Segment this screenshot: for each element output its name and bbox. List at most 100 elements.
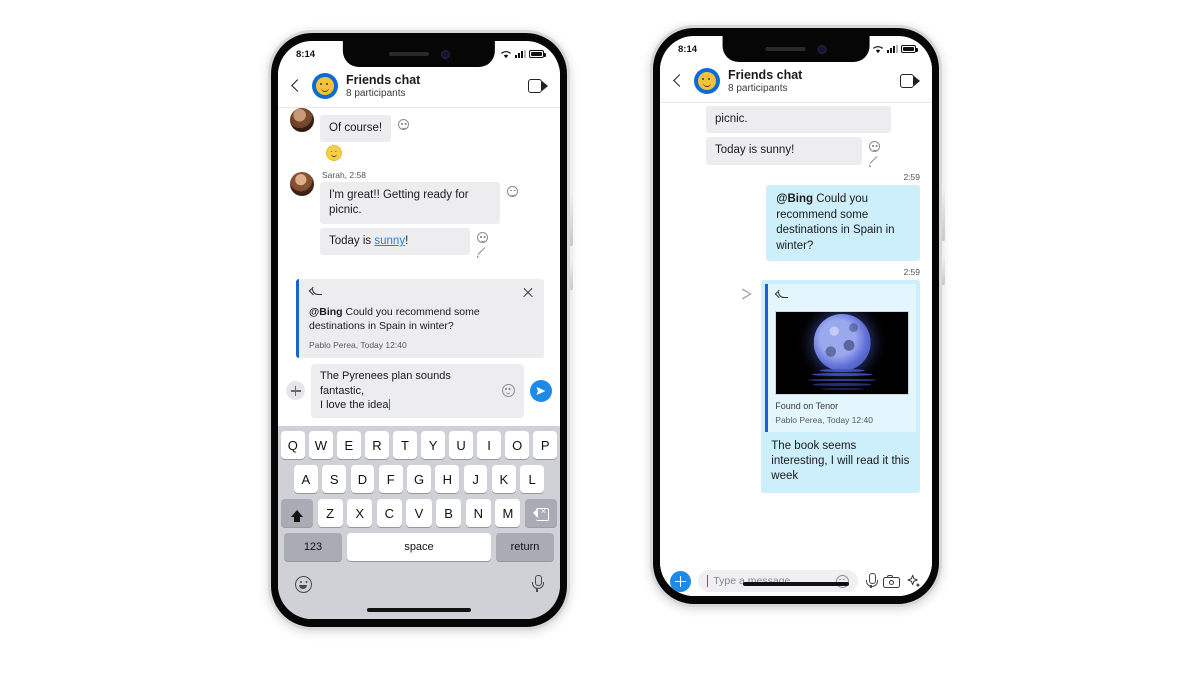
backspace-icon[interactable] — [524, 499, 557, 527]
bubble-row: Today is sunny! — [706, 137, 920, 166]
key-n[interactable]: N — [465, 499, 491, 527]
status-time: 8:14 — [296, 48, 316, 60]
return-key[interactable]: return — [496, 533, 554, 561]
emoji-icon[interactable] — [477, 232, 488, 244]
back-chevron-icon[interactable] — [670, 73, 686, 89]
key-c[interactable]: C — [376, 499, 402, 527]
key-k[interactable]: K — [491, 465, 516, 493]
phone-side-button[interactable] — [570, 190, 573, 246]
emoji-icon[interactable] — [507, 185, 518, 197]
message-content: Sarah, 2:58 I'm great!! Getting ready fo… — [320, 170, 548, 257]
outgoing-media-card[interactable]: Found on Tenor Pablo Perea, Today 12:40 … — [761, 279, 920, 493]
message-composer: The Pyrenees plan sounds fantastic, I lo… — [278, 357, 560, 426]
phone-side-button-2[interactable] — [570, 260, 573, 290]
key-p[interactable]: P — [533, 431, 557, 459]
key-g[interactable]: G — [407, 465, 431, 493]
inline-link[interactable]: sunny — [374, 235, 405, 247]
key-l[interactable]: L — [520, 465, 545, 493]
message-bubble[interactable]: Today is sunny! — [706, 137, 862, 165]
message-list[interactable]: picnic. Today is sunny! 2:59 @Bing Could… — [660, 103, 932, 539]
key-i[interactable]: I — [477, 431, 501, 459]
message-bubble[interactable]: I'm great!! Getting ready for picnic. — [320, 181, 500, 225]
reaction-badge[interactable] — [326, 145, 342, 162]
home-indicator[interactable] — [743, 582, 849, 586]
key-u[interactable]: U — [449, 431, 473, 459]
on-screen-keyboard[interactable]: Q W E R T Y U I O P A S D F G H J K L Z … — [278, 426, 560, 619]
key-f[interactable]: F — [378, 465, 403, 493]
key-b[interactable]: B — [436, 499, 462, 527]
outgoing-card-row: Found on Tenor Pablo Perea, Today 12:40 … — [660, 279, 932, 493]
close-icon[interactable] — [522, 287, 534, 299]
key-z[interactable]: Z — [317, 499, 343, 527]
message-bubble[interactable]: picnic. — [706, 106, 891, 134]
group-avatar-smiley[interactable] — [312, 73, 338, 100]
message-actions — [398, 115, 410, 131]
key-s[interactable]: S — [322, 465, 347, 493]
numbers-key[interactable]: 123 — [284, 533, 342, 561]
message-actions — [477, 228, 488, 257]
keyboard-row-2: A S D F G H J K L — [281, 465, 557, 493]
group-avatar-smiley[interactable] — [694, 68, 720, 95]
reply-quote-author: Pablo Perea, Today 12:40 — [309, 339, 407, 350]
screenshot-stage: 8:14 Friends chat 8 participants Of cour… — [0, 0, 1200, 675]
key-x[interactable]: X — [347, 499, 373, 527]
sent-arrow-icon — [742, 287, 755, 300]
outgoing-bubble[interactable]: @Bing Could you recommend some destinati… — [766, 185, 920, 261]
video-call-icon[interactable] — [528, 79, 548, 94]
key-d[interactable]: D — [350, 465, 375, 493]
card-quote-block: Found on Tenor Pablo Perea, Today 12:40 — [765, 283, 916, 432]
message-content: picnic. Today is sunny! — [706, 106, 920, 166]
mention-text: @Bing — [309, 305, 343, 318]
bubble-row: I'm great!! Getting ready for picnic. — [320, 181, 548, 225]
moon-gif[interactable] — [775, 310, 909, 395]
edit-icon[interactable] — [477, 246, 488, 257]
keyboard-emoji-icon[interactable] — [295, 575, 312, 593]
back-chevron-icon[interactable] — [288, 78, 304, 94]
key-a[interactable]: A — [293, 465, 318, 493]
home-indicator-area — [281, 601, 557, 619]
moon-reflection — [811, 373, 873, 377]
key-v[interactable]: V — [406, 499, 432, 527]
key-o[interactable]: O — [505, 431, 529, 459]
avatar[interactable] — [290, 108, 314, 133]
phone-side-button-2[interactable] — [942, 255, 945, 285]
key-h[interactable]: H — [435, 465, 460, 493]
send-button[interactable] — [530, 379, 552, 402]
video-call-icon[interactable] — [900, 74, 920, 89]
bubble-row: Today is sunny! — [320, 228, 548, 257]
battery-icon — [529, 50, 546, 58]
key-w[interactable]: W — [309, 431, 333, 459]
keyboard-bottom-bar — [281, 567, 557, 601]
key-y[interactable]: Y — [421, 431, 445, 459]
add-attachment-icon[interactable] — [286, 381, 305, 401]
key-r[interactable]: R — [365, 431, 389, 459]
composer-area: @Bing Could you recommend some destinati… — [278, 278, 560, 619]
phone-side-button[interactable] — [942, 185, 945, 241]
key-q[interactable]: Q — [281, 431, 305, 459]
status-indicators — [872, 45, 918, 54]
moon-reflection — [807, 378, 877, 382]
key-j[interactable]: J — [463, 465, 488, 493]
phone-right: 8:14 Friends chat 8 participants picnic.… — [650, 25, 945, 607]
phone-right-screen: 8:14 Friends chat 8 participants picnic.… — [660, 36, 932, 596]
message-bubble[interactable]: Of course! — [320, 115, 392, 143]
shift-icon[interactable] — [281, 499, 313, 527]
edit-icon[interactable] — [869, 155, 880, 166]
microphone-icon[interactable] — [531, 575, 544, 593]
phone-left-screen: 8:14 Friends chat 8 participants Of cour… — [278, 41, 560, 619]
message-input[interactable]: The Pyrenees plan sounds fantastic, I lo… — [311, 363, 524, 418]
avatar[interactable] — [290, 171, 314, 196]
key-t[interactable]: T — [393, 431, 417, 459]
space-key[interactable]: space — [347, 533, 491, 561]
key-e[interactable]: E — [337, 431, 361, 459]
emoji-icon[interactable] — [502, 384, 515, 398]
message-meta: Sarah, 2:58 — [322, 169, 366, 180]
home-indicator[interactable] — [367, 608, 471, 612]
emoji-icon[interactable] — [869, 141, 880, 153]
emoji-icon[interactable] — [398, 119, 410, 131]
reply-arrow-icon — [309, 287, 323, 299]
message-bubble[interactable]: Today is sunny! — [320, 228, 470, 256]
key-m[interactable]: M — [495, 499, 521, 527]
bubble-row: Of course! — [320, 115, 548, 143]
keyboard-row-1: Q W E R T Y U I O P — [281, 431, 557, 459]
